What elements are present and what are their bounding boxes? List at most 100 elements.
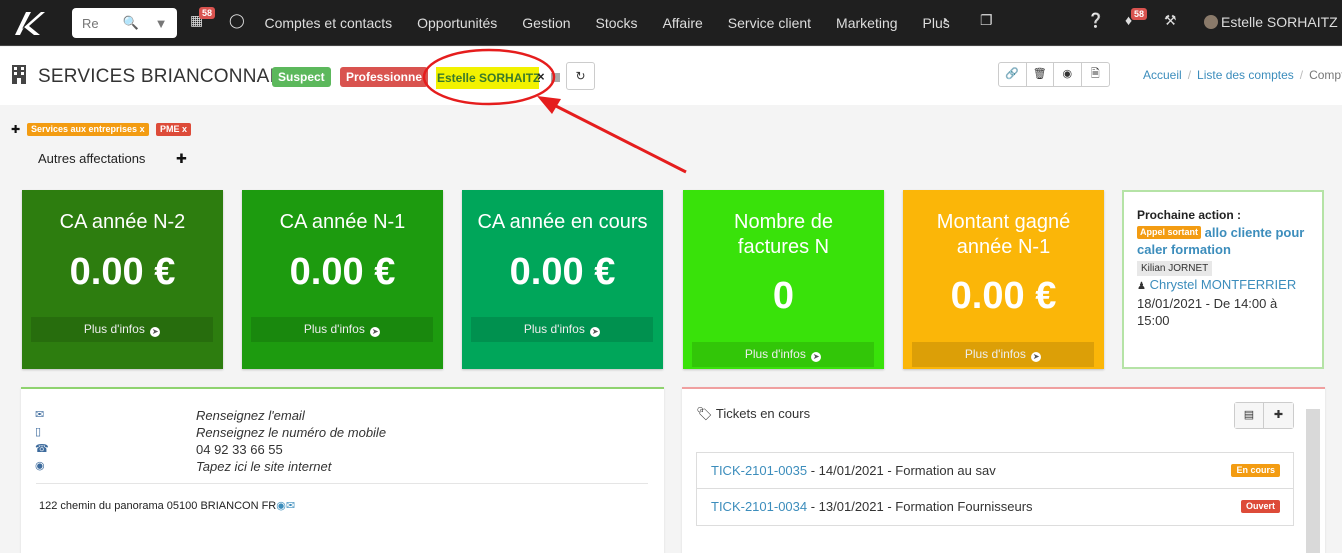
type-badge-professionnel[interactable]: Professionne [340, 67, 429, 87]
filter-icon[interactable]: ▼ [146, 16, 176, 31]
kpi-more-link[interactable]: Plus d'infos ➤ [31, 317, 213, 342]
page-header: SERVICES BRIANCONNAIS Suspect Profession… [0, 47, 1342, 105]
kpi-more-link[interactable]: Plus d'infos ➤ [692, 342, 874, 367]
status-badge-suspect[interactable]: Suspect [272, 67, 331, 87]
arrow-right-icon: ➤ [150, 327, 161, 337]
global-search: 🔍 ▼ [72, 8, 177, 38]
menu-stocks[interactable]: Stocks [583, 0, 650, 46]
help-icon[interactable]: ❔ [1087, 12, 1104, 29]
trash-icon[interactable]: 🗑 [1027, 63, 1054, 86]
kpi-value: 0.00 € [69, 251, 176, 293]
menu-marketing[interactable]: Marketing [824, 0, 910, 46]
assigned-user-label[interactable]: Estelle SORHAITZ [436, 67, 540, 89]
website-field[interactable]: Tapez ici le site internet [196, 458, 331, 475]
kpi-more-link[interactable]: Plus d'infos ➤ [471, 317, 653, 342]
kpi-title: Montant gagné année N-1 [936, 211, 1071, 258]
tag-services-entreprises[interactable]: Services aux entreprises x [27, 123, 149, 136]
tickets-title: Tickets en cours [715, 406, 811, 421]
archive-icon[interactable]: ▤ [1235, 403, 1264, 428]
kpi-value: 0.00 € [509, 251, 616, 293]
menu-affaire[interactable]: Affaire [650, 0, 715, 46]
kpi-value: 0 [772, 275, 795, 317]
ticket-details: - 14/01/2021 - Formation au sav [807, 463, 996, 478]
add-assignment-icon[interactable]: ✚ [176, 151, 187, 167]
app-logo[interactable] [12, 9, 46, 37]
menu-opportunites[interactable]: Opportunités [405, 0, 510, 46]
ticket-details: - 13/01/2021 - Formation Fournisseurs [807, 499, 1033, 514]
action-assigned-user: Kilian JORNET [1137, 261, 1213, 276]
menu-service-client[interactable]: Service client [715, 0, 823, 46]
add-tag-icon[interactable]: ✚ [11, 123, 20, 136]
dashboard-icon[interactable]: ◔ [940, 12, 948, 28]
lightbulb-icon[interactable]: ◯ [229, 12, 245, 29]
map-marker-icon[interactable]: ◉ [1054, 63, 1082, 86]
status-badge: Ouvert [1240, 500, 1280, 513]
search-input[interactable] [82, 15, 116, 31]
notification-count-badge: 58 [1131, 8, 1148, 20]
menu-plus[interactable]: Plus [910, 0, 962, 46]
action-contact[interactable]: Chrystel MONTFERRIER [1150, 277, 1297, 292]
avatar [1204, 15, 1218, 29]
windows-icon[interactable]: ❐ [980, 12, 993, 29]
breadcrumb-list[interactable]: Liste des comptes [1197, 68, 1294, 82]
tickets-actions: ▤ ✚ [1234, 402, 1294, 429]
other-assignments-label: Autres affectations [38, 151, 146, 166]
kpi-montant-gagne: Montant gagné année N-1 0.00 € Plus d'in… [903, 190, 1104, 369]
user-name: Estelle SORHAITZ [1221, 14, 1338, 30]
wrench-icon[interactable]: ⚒ [1164, 12, 1177, 29]
kpi-nombre-factures: Nombre de factures N 0 Plus d'infos ➤ [683, 190, 884, 369]
address: 122 chemin du panorama 05100 BRIANCON FR… [39, 500, 296, 512]
agenda-count-badge: 58 [199, 7, 216, 19]
kpi-title: CA année en cours [477, 211, 648, 233]
ticket-link[interactable]: TICK-2101-0035 [711, 463, 807, 478]
scrollbar[interactable] [1306, 409, 1320, 553]
menu-gestion[interactable]: Gestion [510, 0, 583, 46]
phone-icon: ☎ [35, 443, 49, 455]
kpi-value: 0.00 € [950, 275, 1057, 317]
tickets-header: 🏷 Tickets en cours [696, 406, 810, 422]
email-field[interactable]: Renseignez l'email [196, 407, 305, 424]
tag-pme[interactable]: PME x [156, 123, 192, 136]
ticket-icon: 🏷 [696, 406, 713, 421]
add-ticket-icon[interactable]: ✚ [1264, 403, 1293, 428]
main-menu: Comptes et contacts Opportunités Gestion… [252, 0, 962, 46]
menu-comptes-contacts[interactable]: Comptes et contacts [252, 0, 405, 46]
phone-field[interactable]: 04 92 33 66 55 [196, 441, 283, 458]
breadcrumb: Accueil/Liste des comptes/Compte [1143, 68, 1342, 82]
building-icon [12, 65, 26, 84]
remove-user-icon[interactable]: × [537, 69, 545, 84]
arrow-right-icon: ➤ [1031, 352, 1042, 362]
arrow-right-icon: ➤ [811, 352, 822, 362]
arrow-right-icon: ➤ [370, 327, 381, 337]
next-action-title: Prochaine action : [1137, 208, 1242, 222]
pdf-icon[interactable]: 🗎 [1082, 63, 1110, 86]
search-icon[interactable]: 🔍 [116, 15, 146, 31]
list-item[interactable]: TICK-2101-0035 - 14/01/2021 - Formation … [697, 453, 1293, 489]
ticket-list: TICK-2101-0035 - 14/01/2021 - Formation … [696, 452, 1294, 526]
kpi-title: CA année N-1 [279, 211, 406, 233]
user-menu[interactable]: Estelle SORHAITZ ▼ [1204, 14, 1342, 30]
envelope-icon[interactable]: ✉ [286, 500, 295, 512]
mobile-icon: ▯ [35, 426, 42, 438]
map-marker-icon[interactable]: ◉ [276, 500, 286, 512]
list-item[interactable]: TICK-2101-0034 - 13/01/2021 - Formation … [697, 489, 1293, 525]
link-icon[interactable]: 🔗 [999, 63, 1027, 86]
kpi-ca-en-cours: CA année en cours 0.00 € Plus d'infos ➤ [462, 190, 663, 369]
kpi-ca-n1: CA année N-1 0.00 € Plus d'infos ➤ [242, 190, 443, 369]
refresh-button[interactable]: ↻ [566, 62, 595, 90]
annotation-arrow-line [547, 100, 687, 174]
kpi-title: CA année N-2 [59, 211, 186, 233]
kpi-more-link[interactable]: Plus d'infos ➤ [251, 317, 433, 342]
mobile-field[interactable]: Renseignez le numéro de mobile [196, 424, 386, 441]
kpi-more-link[interactable]: Plus d'infos ➤ [912, 342, 1094, 367]
ticket-link[interactable]: TICK-2101-0034 [711, 499, 807, 514]
globe-icon: ◉ [35, 460, 45, 472]
tickets-panel: 🏷 Tickets en cours ▤ ✚ TICK-2101-0035 - … [682, 387, 1325, 553]
kpi-value: 0.00 € [289, 251, 396, 293]
page-title: SERVICES BRIANCONNAIS [38, 66, 288, 87]
action-schedule: 18/01/2021 - De 14:00 à 15:00 [1137, 296, 1278, 328]
breadcrumb-home[interactable]: Accueil [1143, 68, 1182, 82]
breadcrumb-current: Compte [1309, 68, 1342, 82]
contact-info-panel: ✉ Renseignez l'email ▯ Renseignez le num… [21, 387, 664, 553]
top-navbar: 🔍 ▼ ▦ 58 ◯ Comptes et contacts Opportuni… [0, 0, 1342, 46]
